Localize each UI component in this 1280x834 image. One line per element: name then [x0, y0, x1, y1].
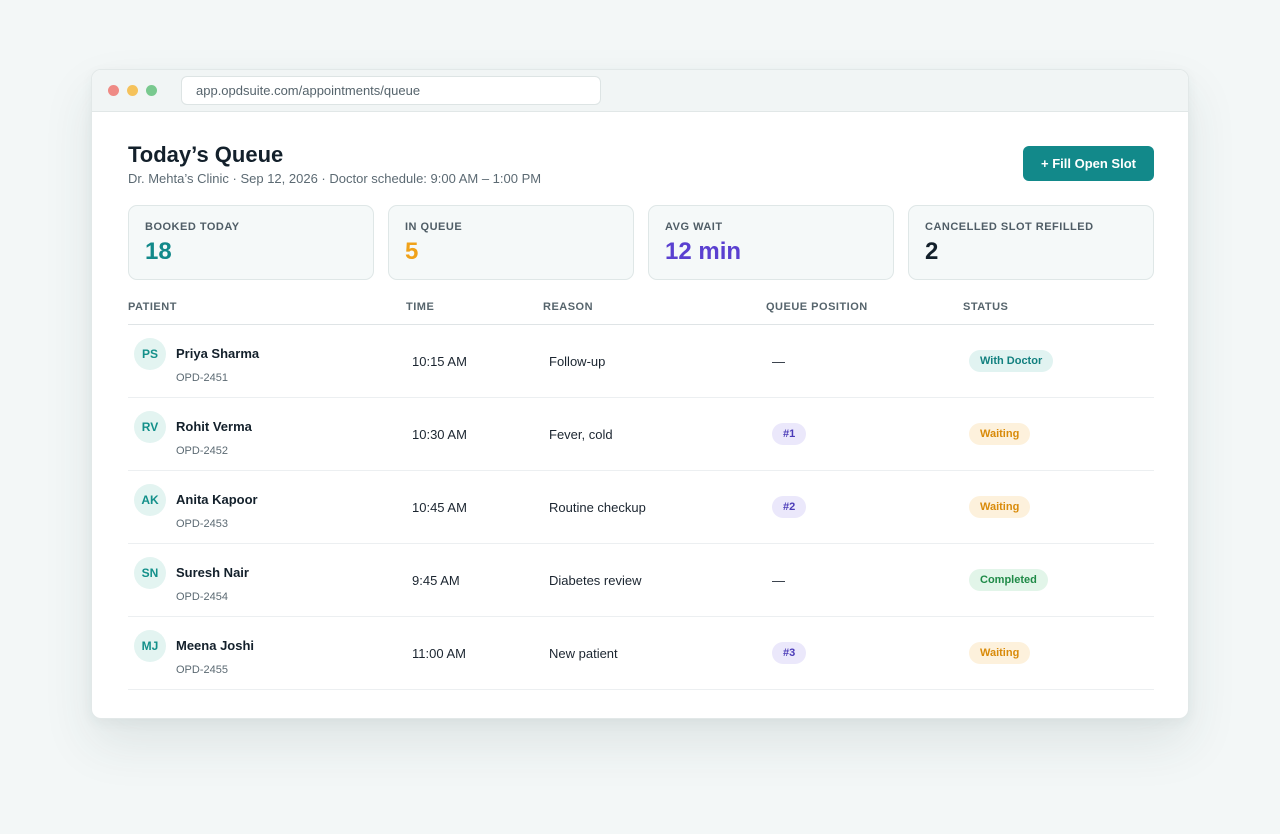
browser-window: app.opdsuite.com/appointments/queue Toda…	[91, 69, 1189, 719]
minimize-window-icon[interactable]	[127, 85, 138, 96]
fill-open-slot-button[interactable]: + Fill Open Slot	[1023, 146, 1154, 181]
table-body: PS Priya Sharma OPD-2451 10:15 AM Follow…	[128, 325, 1154, 690]
stat-label: BOOKED TODAY	[145, 221, 240, 233]
table-row[interactable]: MJ Meena Joshi OPD-2455 11:00 AM New pat…	[128, 617, 1154, 690]
stats-row: BOOKED TODAY 18 IN QUEUE 5 AVG WAIT 12 m…	[128, 205, 1154, 280]
patient-name[interactable]: Rohit Verma	[176, 419, 252, 434]
visit-reason: Follow-up	[549, 354, 606, 369]
stat-label: CANCELLED SLOT REFILLED	[925, 221, 1094, 233]
status-badge: With Doctor	[969, 350, 1054, 372]
appointment-time: 10:45 AM	[412, 500, 467, 515]
appointment-time: 10:30 AM	[412, 427, 467, 442]
stat-value: 2	[925, 238, 939, 265]
close-window-icon[interactable]	[108, 85, 119, 96]
appointment-time: 10:15 AM	[412, 354, 467, 369]
column-header-status: STATUS	[963, 301, 1009, 313]
patient-id: OPD-2452	[176, 445, 228, 457]
stat-value: 12 min	[665, 238, 742, 265]
column-header-time: TIME	[406, 301, 435, 313]
visit-reason: New patient	[549, 646, 618, 661]
maximize-window-icon[interactable]	[146, 85, 157, 96]
visit-reason: Fever, cold	[549, 427, 613, 442]
patient-id: OPD-2455	[176, 664, 228, 676]
patient-id: OPD-2454	[176, 591, 228, 603]
page-title: Today’s Queue	[128, 142, 284, 167]
table-row[interactable]: RV Rohit Verma OPD-2452 10:30 AM Fever, …	[128, 398, 1154, 471]
patient-id: OPD-2453	[176, 518, 228, 530]
stat-value: 18	[145, 238, 172, 265]
patient-name[interactable]: Anita Kapoor	[176, 492, 258, 507]
status-badge: Completed	[969, 569, 1048, 591]
stat-card-in-queue: IN QUEUE 5	[388, 205, 634, 280]
table-row[interactable]: SN Suresh Nair OPD-2454 9:45 AM Diabetes…	[128, 544, 1154, 617]
stat-card-cancelled-slot-refilled: CANCELLED SLOT REFILLED 2	[908, 205, 1154, 280]
avatar: AK	[134, 484, 166, 516]
queue-position-badge: #1	[772, 423, 807, 445]
avatar: SN	[134, 557, 166, 589]
stat-card-avg-wait: AVG WAIT 12 min	[648, 205, 894, 280]
visit-reason: Routine checkup	[549, 500, 646, 515]
browser-titlebar: app.opdsuite.com/appointments/queue	[92, 70, 1188, 112]
column-header-reason: REASON	[543, 301, 594, 313]
table-row[interactable]: PS Priya Sharma OPD-2451 10:15 AM Follow…	[128, 325, 1154, 398]
appointment-time: 11:00 AM	[412, 646, 466, 661]
table-header: PATIENT TIME REASON QUEUE POSITION STATU…	[128, 294, 1154, 325]
status-badge: Waiting	[969, 423, 1031, 445]
status-badge: Waiting	[969, 642, 1031, 664]
main-content: Today’s Queue Dr. Mehta’s Clinic · Sep 1…	[128, 112, 1154, 718]
appointment-time: 9:45 AM	[412, 573, 460, 588]
queue-position-badge: #2	[772, 496, 807, 518]
column-header-queue-position: QUEUE POSITION	[766, 301, 868, 313]
queue-position-badge: #3	[772, 642, 807, 664]
visit-reason: Diabetes review	[549, 573, 642, 588]
page-subtitle: Dr. Mehta’s Clinic · Sep 12, 2026 · Doct…	[128, 171, 542, 186]
avatar: MJ	[134, 630, 166, 662]
address-bar[interactable]: app.opdsuite.com/appointments/queue	[181, 76, 601, 105]
queue-position-empty: —	[772, 573, 785, 588]
status-badge: Waiting	[969, 496, 1031, 518]
stat-label: IN QUEUE	[405, 221, 463, 233]
stat-label: AVG WAIT	[665, 221, 723, 233]
patient-id: OPD-2451	[176, 372, 228, 384]
stat-card-booked-today: BOOKED TODAY 18	[128, 205, 374, 280]
column-header-patient: PATIENT	[128, 301, 177, 313]
patient-name[interactable]: Priya Sharma	[176, 346, 259, 361]
avatar: PS	[134, 338, 166, 370]
table-row[interactable]: AK Anita Kapoor OPD-2453 10:45 AM Routin…	[128, 471, 1154, 544]
patient-name[interactable]: Suresh Nair	[176, 565, 249, 580]
avatar: RV	[134, 411, 166, 443]
patient-name[interactable]: Meena Joshi	[176, 638, 254, 653]
stat-value: 5	[405, 238, 419, 265]
queue-table: PATIENT TIME REASON QUEUE POSITION STATU…	[128, 294, 1154, 690]
queue-position-empty: —	[772, 354, 785, 369]
